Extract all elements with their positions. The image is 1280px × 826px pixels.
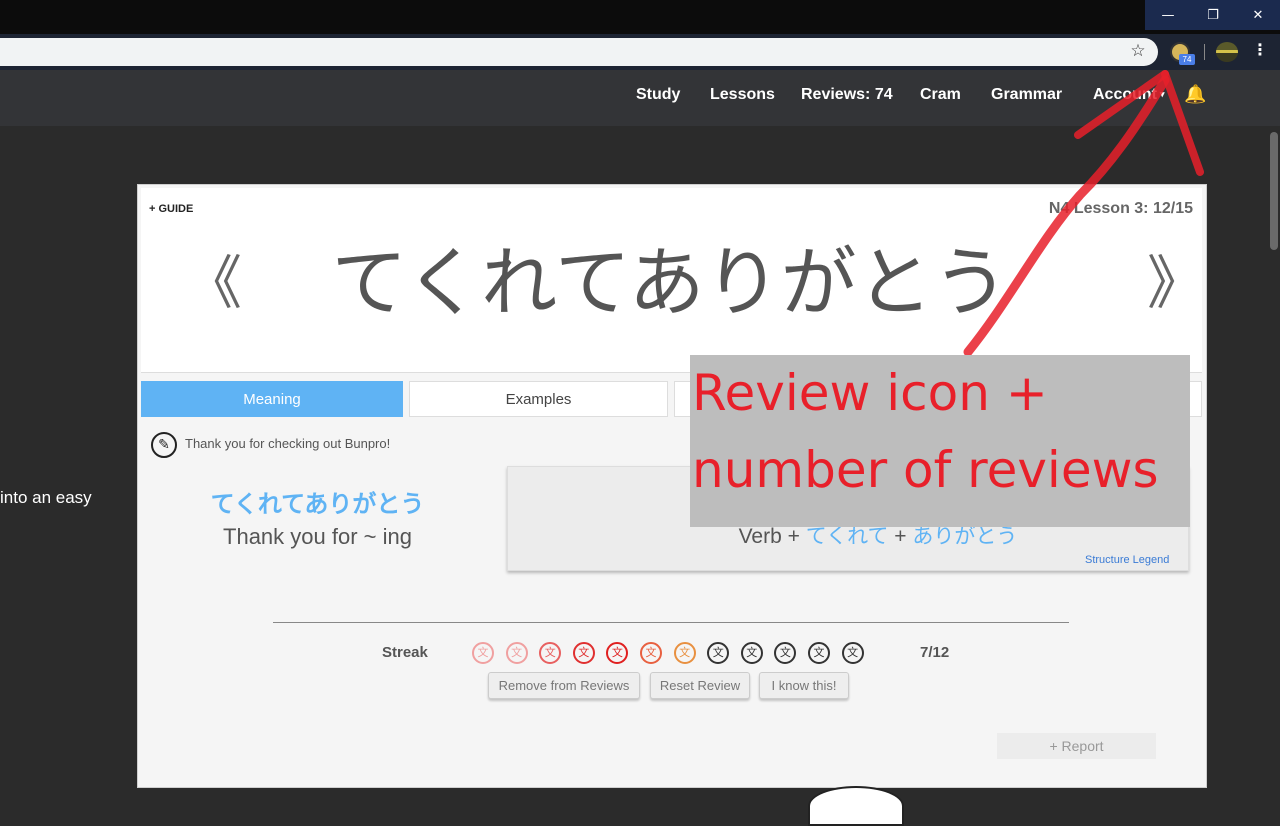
annotation-text-line-1: Review icon +: [692, 364, 1048, 422]
annotation-text-line-2: number of reviews: [692, 441, 1159, 499]
floating-button-partial[interactable]: [808, 786, 904, 826]
